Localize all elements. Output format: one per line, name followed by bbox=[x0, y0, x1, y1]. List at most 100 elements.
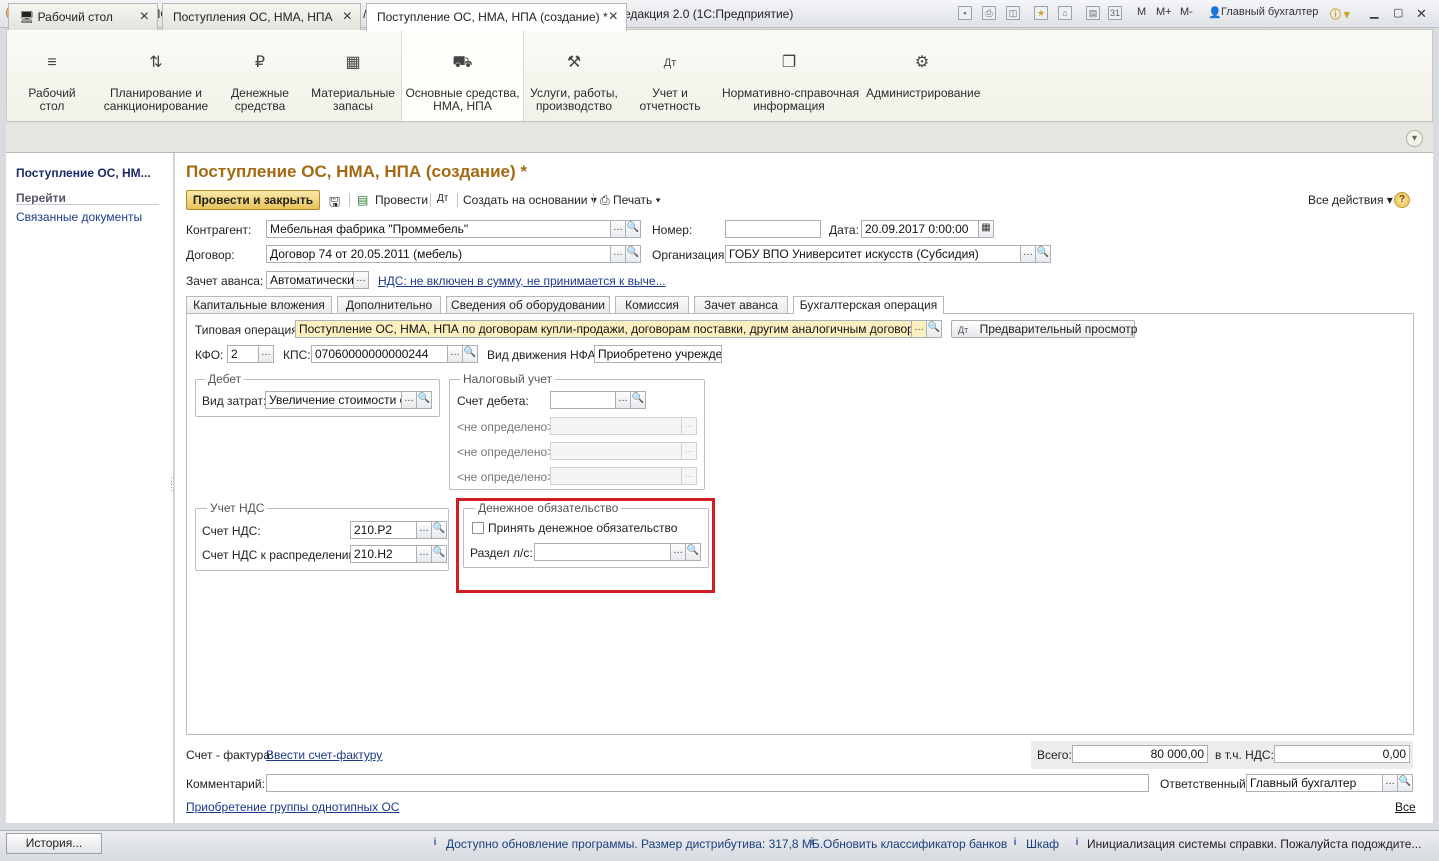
post-icon[interactable]: ▤ bbox=[357, 193, 368, 207]
kontragent-select-button[interactable]: … bbox=[610, 220, 626, 238]
tipovaya-select-button[interactable]: … bbox=[911, 320, 927, 338]
preview-icon[interactable]: ◫ bbox=[1006, 6, 1020, 20]
kps-select-button[interactable]: … bbox=[447, 345, 463, 363]
vat-distrib-select-button[interactable]: … bbox=[416, 545, 432, 563]
tab-commission[interactable]: Комиссия bbox=[615, 296, 689, 314]
tax-debit-field[interactable] bbox=[550, 391, 616, 409]
close-tab-icon[interactable]: × bbox=[609, 4, 618, 30]
maximize-button[interactable]: ▢ bbox=[1393, 6, 1403, 19]
zatr-field[interactable]: Увеличение стоимости ос bbox=[265, 391, 402, 409]
vat-account-select-button[interactable]: … bbox=[416, 521, 432, 539]
close-window-button[interactable]: ✕ bbox=[1416, 6, 1427, 22]
section-services[interactable]: ⚒ Услуги, работы, производство bbox=[528, 29, 620, 121]
memory-m-minus[interactable]: M- bbox=[1180, 6, 1193, 18]
memory-m-plus[interactable]: M+ bbox=[1156, 6, 1172, 18]
org-field[interactable]: ГОБУ ВПО Университет искусств (Субсидия) bbox=[725, 245, 1021, 263]
responsible-field[interactable]: Главный бухгалтер bbox=[1246, 774, 1383, 792]
section-reference[interactable]: ❐ Нормативно-справочная информация bbox=[722, 29, 859, 121]
help-icon[interactable]: ? bbox=[1394, 192, 1410, 208]
links-icon[interactable]: ⌂ bbox=[1058, 6, 1072, 20]
tab-desktop[interactable]: 🖥 Рабочий стол × bbox=[8, 3, 158, 30]
vat-account-field[interactable]: 210.Р2 bbox=[350, 521, 417, 539]
info-icon[interactable]: ⓘ ▾ bbox=[1330, 6, 1350, 22]
all-actions-button[interactable]: Все действия ▾ bbox=[1308, 193, 1393, 207]
razdel-field[interactable] bbox=[534, 543, 671, 561]
history-button[interactable]: История... bbox=[6, 833, 102, 854]
save-icon[interactable]: ▪ bbox=[958, 6, 972, 20]
group-assets-link[interactable]: Приобретение группы однотипных ОС bbox=[186, 800, 399, 814]
nds-link[interactable]: НДС: не включен в сумму, не принимается … bbox=[378, 274, 666, 288]
section-planning[interactable]: ⇅ Планирование и санкционирование bbox=[103, 29, 209, 121]
nav-related-docs[interactable]: Связанные документы bbox=[16, 210, 142, 224]
close-tab-icon[interactable]: × bbox=[343, 4, 352, 30]
razdel-select-button[interactable]: … bbox=[670, 543, 686, 561]
add-favorite-icon[interactable]: ★ bbox=[1034, 6, 1048, 20]
status-cabinet[interactable]: Шкаф bbox=[1026, 837, 1059, 851]
tipovaya-open-icon[interactable]: 🔍 bbox=[926, 320, 942, 338]
calendar-icon[interactable]: 31 bbox=[1108, 6, 1122, 20]
kfo-select-button[interactable]: … bbox=[258, 345, 274, 363]
dogovor-field[interactable]: Договор 74 от 20.05.2011 (мебель) bbox=[266, 245, 611, 263]
tab-equipment[interactable]: Сведения об оборудовании bbox=[446, 296, 610, 314]
invoice-link[interactable]: Ввести счет-фактуру bbox=[266, 748, 382, 762]
all-link[interactable]: Все bbox=[1395, 800, 1416, 814]
org-open-icon[interactable]: 🔍 bbox=[1035, 245, 1051, 263]
obligation-checkbox[interactable] bbox=[472, 522, 484, 534]
post-and-close-button[interactable]: Провести и закрыть bbox=[186, 190, 320, 210]
tipovaya-field[interactable]: Поступление ОС, НМА, НПА по договорам ку… bbox=[295, 320, 912, 338]
comment-field[interactable] bbox=[266, 774, 1149, 792]
section-fixed-assets[interactable]: ⛟ Основные средства, НМА, НПА bbox=[401, 29, 524, 121]
debit-credit-icon[interactable]: Дт bbox=[437, 193, 448, 204]
preview-button[interactable]: Дт Предварительный просмотр bbox=[951, 320, 1137, 338]
tab-receipts-list[interactable]: Поступления ОС, НМА, НПА × bbox=[162, 3, 361, 30]
tab-advance[interactable]: Зачет аванса bbox=[694, 296, 788, 314]
vat-account-open-icon[interactable]: 🔍 bbox=[431, 521, 447, 539]
tab-additional[interactable]: Дополнительно bbox=[337, 296, 441, 314]
save-icon[interactable]: 🖫 bbox=[329, 193, 340, 215]
print-button[interactable]: ⎙ Печать ▾ bbox=[600, 193, 661, 208]
tax-debit-select-button[interactable]: … bbox=[615, 391, 631, 409]
minimize-button[interactable]: ▁ bbox=[1370, 6, 1378, 19]
kfo-field[interactable]: 2 bbox=[227, 345, 259, 363]
tabs-scroll-icon[interactable]: ▾ bbox=[1406, 130, 1423, 147]
kps-field[interactable]: 07060000000000244 bbox=[311, 345, 448, 363]
panel-splitter[interactable]: ⋮⋮ bbox=[167, 477, 176, 508]
section-desktop[interactable]: ≡ Рабочий стол bbox=[10, 29, 94, 121]
status-update[interactable]: Доступно обновление программы. Размер ди… bbox=[446, 837, 823, 851]
zatr-select-button[interactable]: … bbox=[401, 391, 417, 409]
responsible-open-icon[interactable]: 🔍 bbox=[1397, 774, 1413, 792]
razdel-open-icon[interactable]: 🔍 bbox=[685, 543, 701, 561]
nomer-field[interactable] bbox=[725, 220, 821, 238]
section-accounting[interactable]: Дт Учет и отчетность bbox=[630, 29, 710, 121]
kps-open-icon[interactable]: 🔍 bbox=[462, 345, 478, 363]
close-tab-icon[interactable]: × bbox=[140, 4, 149, 30]
section-materials[interactable]: ▦ Материальные запасы bbox=[309, 29, 397, 121]
kontragent-field[interactable]: Мебельная фабрика "Проммебель" bbox=[266, 220, 611, 238]
section-money[interactable]: ₽ Денежные средства bbox=[221, 29, 299, 121]
calculator-icon[interactable]: ▤ bbox=[1086, 6, 1100, 20]
vat-distrib-field[interactable]: 210.Н2 bbox=[350, 545, 417, 563]
vat-distrib-open-icon[interactable]: 🔍 bbox=[431, 545, 447, 563]
tab-capital[interactable]: Капитальные вложения bbox=[186, 296, 332, 314]
status-banks[interactable]: Обновить классификатор банков bbox=[823, 837, 1007, 851]
responsible-select-button[interactable]: … bbox=[1382, 774, 1398, 792]
print-icon[interactable]: ⎙ bbox=[982, 6, 996, 20]
dogovor-open-icon[interactable]: 🔍 bbox=[625, 245, 641, 263]
avans-field[interactable]: Автоматически bbox=[266, 271, 354, 289]
kontragent-open-icon[interactable]: 🔍 bbox=[625, 220, 641, 238]
current-user[interactable]: Главный бухгалтер bbox=[1221, 6, 1318, 18]
nav-current-document[interactable]: Поступление ОС, НМ... bbox=[16, 166, 151, 180]
nfa-field[interactable]: Приобретено учреждени bbox=[594, 345, 722, 363]
calendar-icon[interactable]: ▦ bbox=[978, 220, 994, 238]
tab-receipt-create[interactable]: Поступление ОС, НМА, НПА (создание) * × bbox=[366, 3, 627, 31]
org-select-button[interactable]: … bbox=[1020, 245, 1036, 263]
obligation-checkbox-label[interactable]: Принять денежное обязательство bbox=[488, 521, 677, 535]
create-based-button[interactable]: Создать на основании ▾ bbox=[463, 193, 597, 207]
avans-select-button[interactable]: … bbox=[353, 271, 369, 289]
memory-m[interactable]: M bbox=[1137, 6, 1146, 18]
dogovor-select-button[interactable]: … bbox=[610, 245, 626, 263]
tax-debit-open-icon[interactable]: 🔍 bbox=[630, 391, 646, 409]
zatr-open-icon[interactable]: 🔍 bbox=[416, 391, 432, 409]
date-field[interactable]: 20.09.2017 0:00:00 bbox=[861, 220, 979, 238]
post-button[interactable]: Провести bbox=[375, 193, 428, 207]
